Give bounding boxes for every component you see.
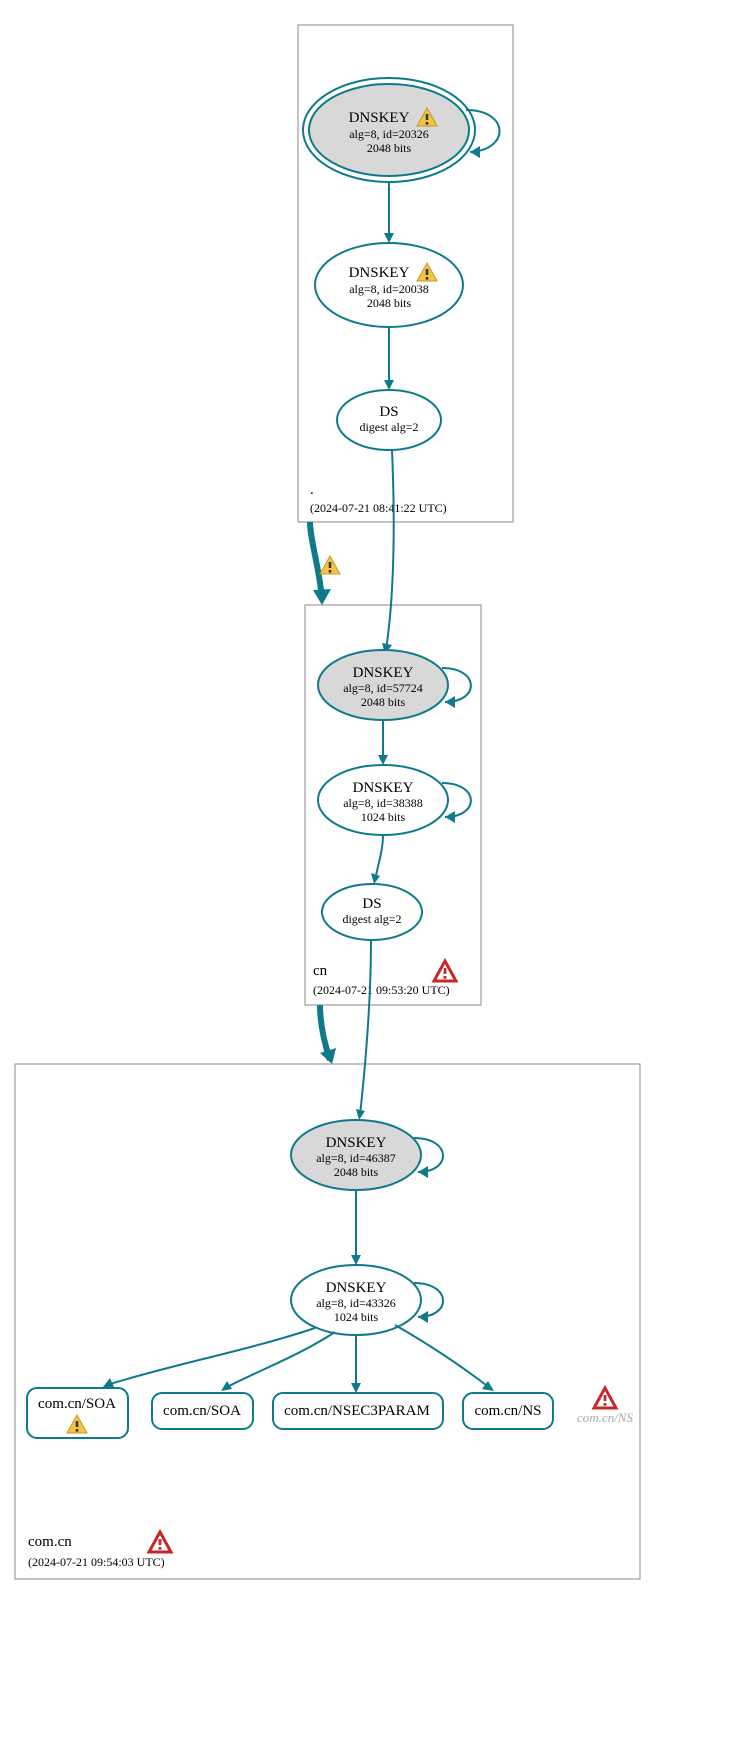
zone-label-root: . [310, 482, 314, 498]
svg-text:alg=8, id=46387: alg=8, id=46387 [316, 1151, 396, 1165]
svg-text:DNSKEY: DNSKEY [353, 665, 414, 681]
node-rr-nsec3[interactable]: com.cn/NSEC3PARAM [273, 1393, 443, 1429]
zone-ts-cn: (2024-07-21 09:53:20 UTC) [313, 983, 450, 997]
edge-cn-ds-comcn-ksk [360, 940, 371, 1115]
edge-zsk-soa2 [225, 1332, 335, 1388]
dnssec-graph: . (2024-07-21 08:41:22 UTC) DNSKEY alg=8… [0, 0, 740, 1753]
node-root-ksk[interactable]: DNSKEY alg=8, id=20326 2048 bits [303, 78, 475, 182]
svg-text:alg=8, id=43326: alg=8, id=43326 [316, 1296, 396, 1310]
svg-text:alg=8, id=20038: alg=8, id=20038 [349, 282, 429, 296]
svg-text:com.cn/SOA: com.cn/SOA [38, 1396, 116, 1412]
svg-text:DNSKEY: DNSKEY [349, 110, 410, 126]
svg-text:1024 bits: 1024 bits [334, 1310, 379, 1324]
zone-ts-root: (2024-07-21 08:41:22 UTC) [310, 501, 447, 515]
svg-text:2048 bits: 2048 bits [334, 1165, 379, 1179]
svg-text:digest alg=2: digest alg=2 [342, 912, 401, 926]
error-icon [594, 1388, 616, 1408]
edge-delegation-root-cn [310, 522, 322, 600]
warning-icon [320, 556, 340, 574]
svg-text:alg=8, id=57724: alg=8, id=57724 [343, 681, 423, 695]
svg-text:alg=8, id=38388: alg=8, id=38388 [343, 796, 423, 810]
node-rr-soa2[interactable]: com.cn/SOA [152, 1393, 253, 1429]
zone-label-cn: cn [313, 963, 328, 979]
svg-text:1024 bits: 1024 bits [361, 810, 406, 824]
node-comcn-zsk[interactable]: DNSKEY alg=8, id=43326 1024 bits [291, 1265, 421, 1335]
zone-label-comcn: com.cn [28, 1534, 72, 1550]
svg-text:DNSKEY: DNSKEY [326, 1135, 387, 1151]
svg-text:com.cn/NS: com.cn/NS [577, 1410, 633, 1425]
error-icon [149, 1532, 171, 1552]
zone-ts-comcn: (2024-07-21 09:54:03 UTC) [28, 1555, 165, 1569]
svg-text:DS: DS [379, 404, 398, 420]
node-cn-zsk[interactable]: DNSKEY alg=8, id=38388 1024 bits [318, 765, 448, 835]
node-cn-ksk[interactable]: DNSKEY alg=8, id=57724 2048 bits [318, 650, 448, 720]
node-cn-ds[interactable]: DS digest alg=2 [322, 884, 422, 940]
error-icon [434, 961, 456, 981]
edge-zsk-ns [395, 1325, 490, 1388]
node-comcn-ksk[interactable]: DNSKEY alg=8, id=46387 2048 bits [291, 1120, 421, 1190]
node-rr-soa1[interactable]: com.cn/SOA [27, 1388, 128, 1438]
svg-text:2048 bits: 2048 bits [367, 141, 412, 155]
svg-text:2048 bits: 2048 bits [367, 296, 412, 310]
svg-text:2048 bits: 2048 bits [361, 695, 406, 709]
svg-text:DS: DS [362, 896, 381, 912]
svg-text:com.cn/SOA: com.cn/SOA [163, 1403, 241, 1419]
svg-text:DNSKEY: DNSKEY [349, 265, 410, 281]
svg-text:DNSKEY: DNSKEY [353, 780, 414, 796]
svg-text:alg=8, id=20326: alg=8, id=20326 [349, 127, 429, 141]
node-rr-ns[interactable]: com.cn/NS [463, 1393, 553, 1429]
svg-text:DNSKEY: DNSKEY [326, 1280, 387, 1296]
svg-text:com.cn/NS: com.cn/NS [474, 1403, 541, 1419]
edge-zsk-soa1 [107, 1328, 315, 1385]
svg-text:digest alg=2: digest alg=2 [359, 420, 418, 434]
node-root-zsk[interactable]: DNSKEY alg=8, id=20038 2048 bits [315, 243, 463, 327]
edge-root-ds-cn-ksk [386, 450, 394, 650]
edge-cn-zsk-ds [375, 835, 383, 880]
svg-text:com.cn/NSEC3PARAM: com.cn/NSEC3PARAM [284, 1403, 430, 1419]
node-rr-ns-faded: com.cn/NS [577, 1388, 633, 1425]
node-root-ds[interactable]: DS digest alg=2 [337, 390, 441, 450]
